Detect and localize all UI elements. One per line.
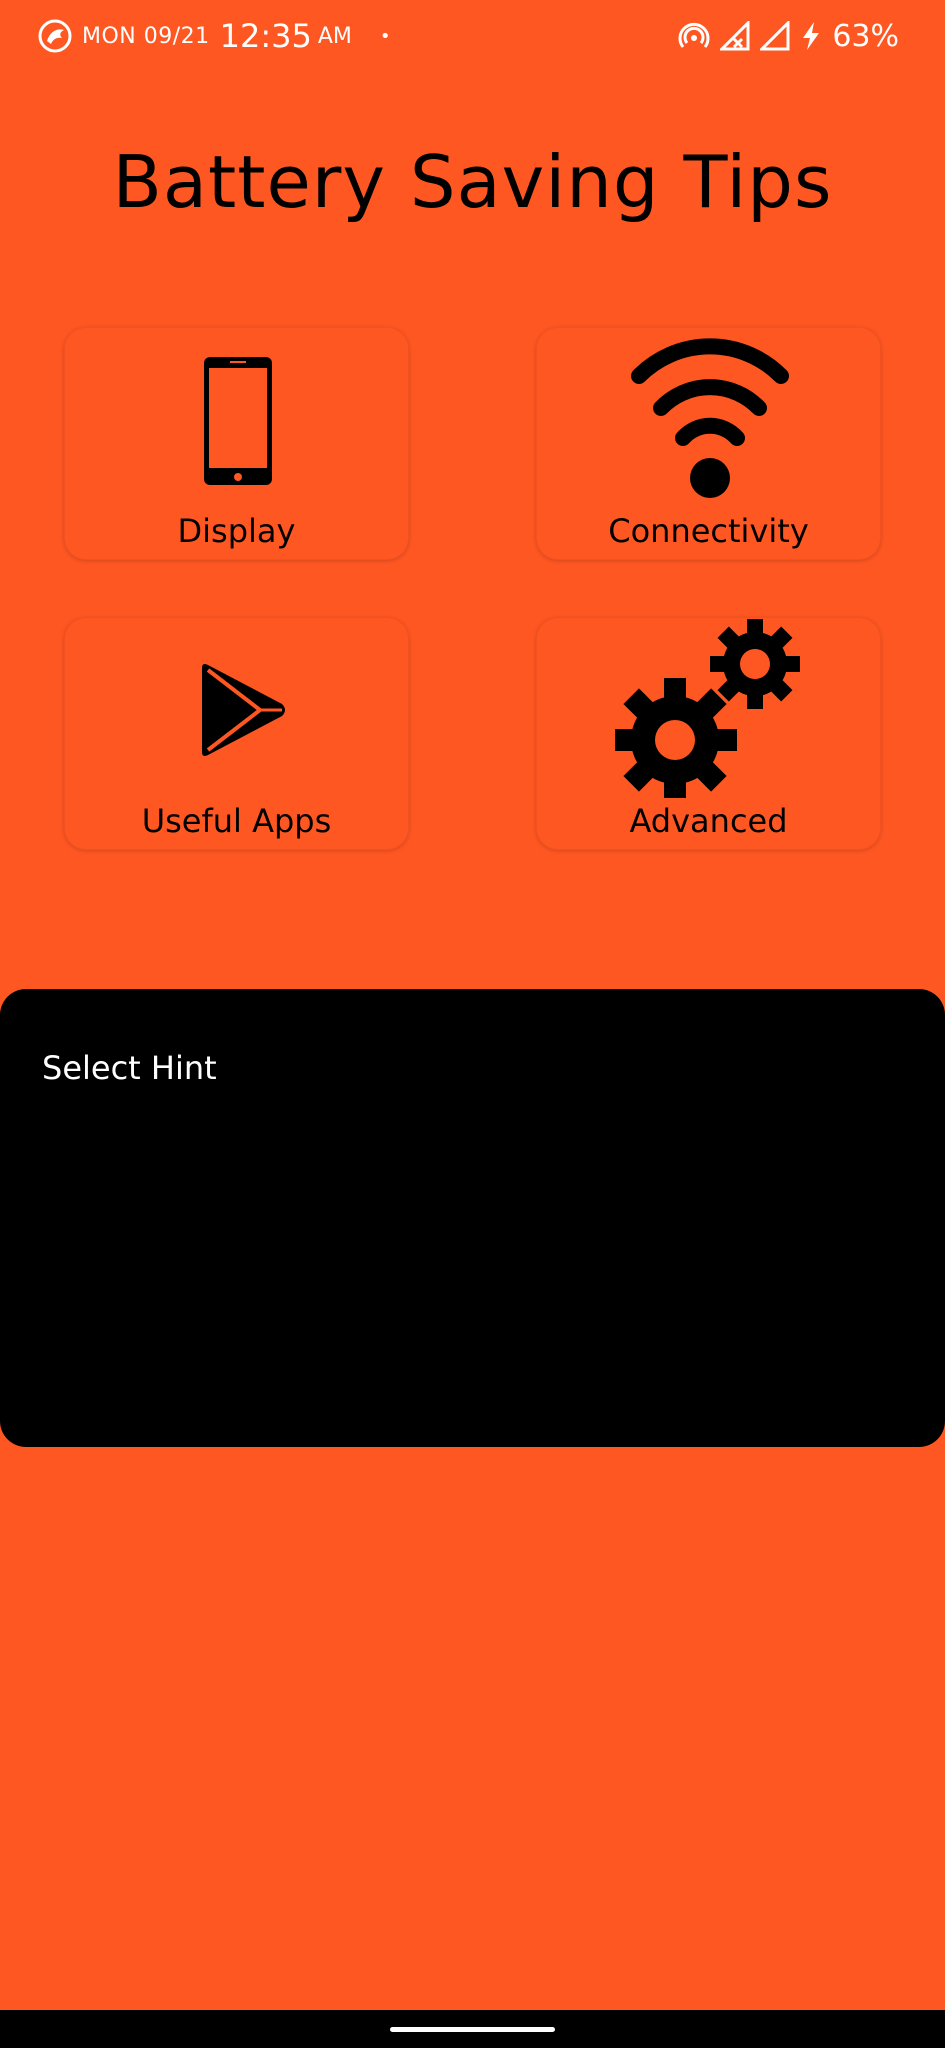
page-title: Battery Saving Tips xyxy=(112,140,833,224)
tile-useful-apps[interactable]: Useful Apps xyxy=(64,617,409,850)
home-gesture-handle[interactable] xyxy=(390,2027,555,2032)
tile-advanced[interactable]: Advanced xyxy=(536,617,881,850)
signal-icon xyxy=(760,21,790,51)
status-bar: MON 09/21 12:35 AM • 63% xyxy=(0,0,945,72)
tile-label-display: Display xyxy=(177,512,296,550)
status-ampm: AM xyxy=(317,23,352,49)
tile-display[interactable]: Display xyxy=(64,327,409,560)
status-date: MON 09/21 xyxy=(82,23,210,49)
status-time: 12:35 xyxy=(219,17,312,55)
tile-connectivity[interactable]: Connectivity xyxy=(536,327,881,560)
status-left: MON 09/21 12:35 AM • xyxy=(38,16,391,56)
smartphone-icon xyxy=(204,357,272,485)
play-store-icon xyxy=(202,664,285,756)
wifi-icon xyxy=(631,338,789,498)
notification-dot: • xyxy=(379,25,391,47)
app-logo-icon xyxy=(38,19,72,53)
navigation-bar xyxy=(0,2010,945,2048)
status-right: 63% xyxy=(678,16,899,56)
hint-panel: Select Hint xyxy=(0,989,945,1447)
signal-no-service-icon xyxy=(720,21,750,51)
charging-icon xyxy=(803,22,820,50)
tile-label-connectivity: Connectivity xyxy=(608,512,809,550)
battery-percentage: 63% xyxy=(832,18,899,54)
tile-label-advanced: Advanced xyxy=(629,802,788,840)
hotspot-icon xyxy=(678,22,710,48)
tile-label-useful-apps: Useful Apps xyxy=(141,802,332,840)
gears-icon xyxy=(615,619,800,798)
hint-text: Select Hint xyxy=(42,1049,217,1087)
